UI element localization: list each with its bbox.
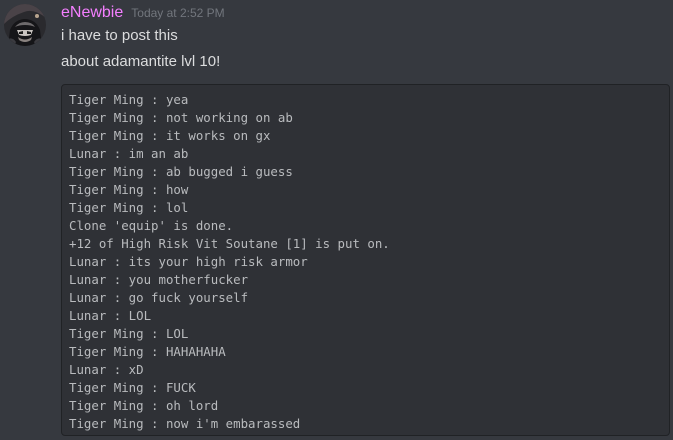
code-line: Tiger Ming : LOL [69,326,189,341]
chat-message: eNewbie Today at 2:52 PM i have to post … [0,0,673,440]
code-line: Lunar : go fuck yourself [69,290,249,305]
code-line: Clone 'equip' is done. [69,218,234,233]
code-line: Lunar : its your high risk armor [69,254,308,269]
code-line: Lunar : LOL [69,308,152,323]
code-line: Tiger Ming : FUCK [69,380,196,395]
code-line: Tiger Ming : not working on ab [69,110,293,125]
timestamp: Today at 2:52 PM [131,6,225,20]
code-line: Tiger Ming : it works on gx [69,128,271,143]
message-text-line: about adamantite lvl 10! [61,53,221,70]
message-header: eNewbie Today at 2:52 PM [61,4,225,26]
code-line: Tiger Ming : yea [69,92,189,107]
avatar-image [4,4,46,46]
code-line: Tiger Ming : now i'm embarassed [69,416,301,431]
message-text-line: i have to post this [61,27,178,44]
code-line: Lunar : im an ab [69,146,189,161]
code-line: Tiger Ming : oh lord [69,398,219,413]
code-line: Tiger Ming : HAHAHAHA [69,344,226,359]
code-line: Tiger Ming : how [69,182,189,197]
username[interactable]: eNewbie [61,4,123,22]
code-line: Tiger Ming : lol [69,200,189,215]
code-line: Tiger Ming : ab bugged i guess [69,164,293,179]
user-avatar[interactable] [4,4,46,46]
code-line: Lunar : you motherfucker [69,272,249,287]
code-line: Lunar : xD [69,362,144,377]
code-line: +12 of High Risk Vit Soutane [1] is put … [69,236,390,251]
code-block: Tiger Ming : yea Tiger Ming : not workin… [61,84,670,436]
